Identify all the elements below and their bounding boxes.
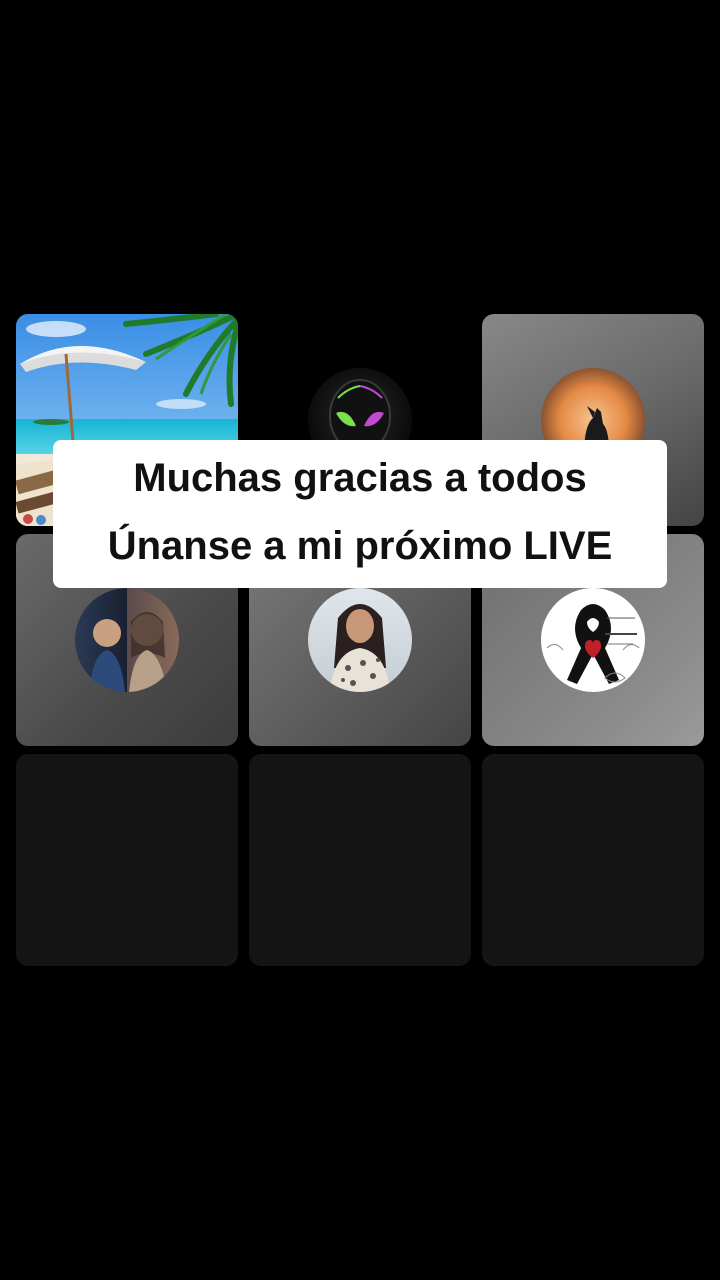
caption-overlay: Muchas gracias a todos Únanse a mi próxi…	[53, 440, 667, 588]
woman-portrait-avatar	[308, 588, 412, 692]
caption-line-2: Únanse a mi próximo LIVE	[107, 524, 613, 568]
couple-photo-avatar	[75, 588, 179, 692]
empty-slot-2[interactable]	[249, 754, 471, 966]
caption-line-1: Muchas gracias a todos	[133, 456, 587, 500]
empty-slot-3[interactable]	[482, 754, 704, 966]
black-ribbon-heart-avatar	[541, 588, 645, 692]
empty-slot-1[interactable]	[16, 754, 238, 966]
